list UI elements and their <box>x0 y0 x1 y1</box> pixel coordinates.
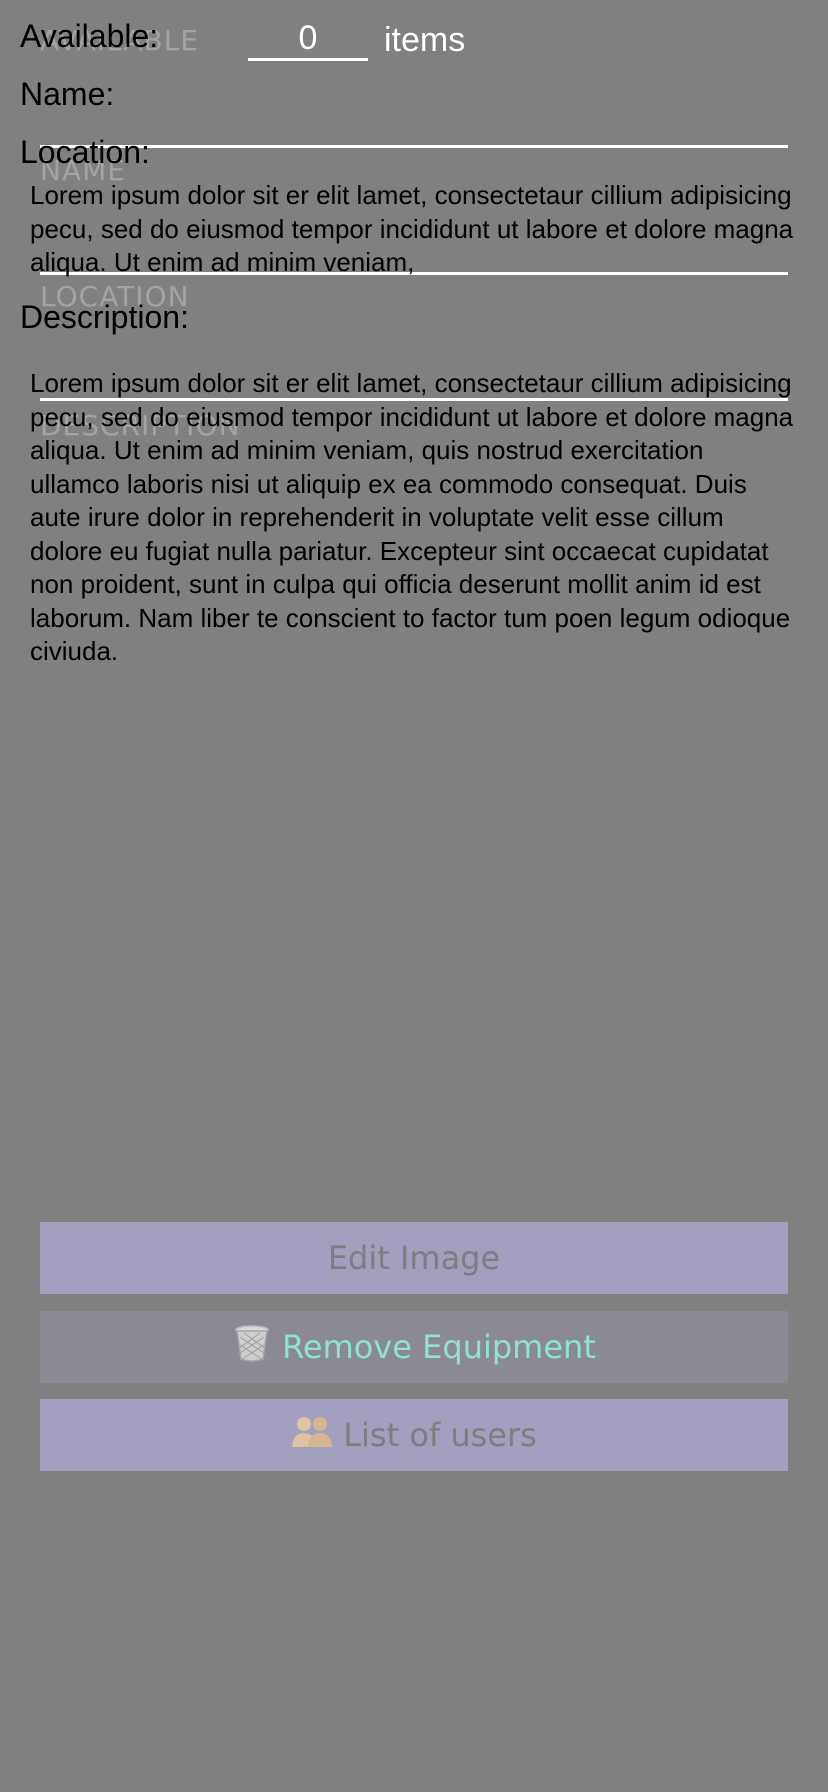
edit-image-label: Edit Image <box>327 1239 501 1277</box>
items-unit-label: items <box>384 21 466 59</box>
list-of-users-button[interactable]: List of users <box>40 1399 788 1471</box>
name-input[interactable] <box>40 120 788 148</box>
available-quantity-input[interactable]: 0 <box>248 18 368 61</box>
location-input[interactable]: Lorem ipsum dolor sit er elit lamet, con… <box>30 179 800 279</box>
location-label: Location: <box>20 134 150 170</box>
description-input[interactable]: Lorem ipsum dolor sit er elit lamet, con… <box>30 367 800 669</box>
description-label: Description: <box>20 299 189 335</box>
remove-equipment-label: Remove Equipment <box>282 1328 596 1366</box>
edit-image-button[interactable]: Edit Image <box>40 1222 788 1294</box>
available-label: Available: <box>20 18 159 54</box>
name-label: Name: <box>20 76 115 112</box>
trash-icon <box>232 1323 272 1371</box>
remove-equipment-button[interactable]: Remove Equipment <box>40 1311 788 1383</box>
list-of-users-label: List of users <box>343 1416 537 1454</box>
users-icon <box>291 1413 333 1457</box>
